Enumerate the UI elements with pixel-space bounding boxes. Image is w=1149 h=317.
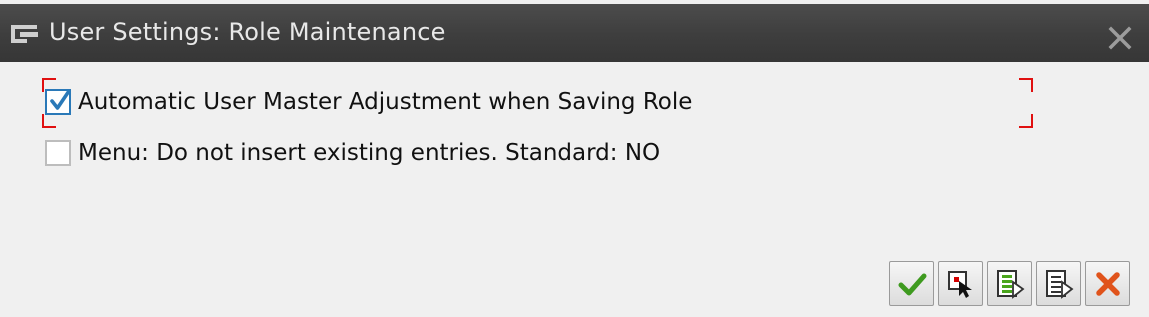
dialog-window-icon — [10, 23, 40, 45]
checkmark-icon — [50, 89, 71, 110]
cancel-icon — [1095, 271, 1120, 296]
checkmark-icon — [898, 273, 926, 295]
select-all-icon — [996, 269, 1025, 299]
option-menu-no-insert-existing[interactable]: Menu: Do not insert existing entries. St… — [45, 138, 660, 168]
menu-no-insert-label: Menu: Do not insert existing entries. St… — [78, 140, 661, 166]
select-all-button[interactable] — [987, 261, 1032, 306]
close-icon[interactable] — [1104, 22, 1136, 54]
dialog-title: User Settings: Role Maintenance — [49, 18, 446, 46]
focus-frame-top-right — [1019, 78, 1033, 92]
dialog-toolbar — [889, 261, 1130, 306]
deselect-all-button[interactable] — [1036, 261, 1081, 306]
auto-adjust-label: Automatic User Master Adjustment when Sa… — [78, 89, 693, 115]
menu-no-insert-checkbox[interactable] — [45, 140, 71, 166]
auto-adjust-checkbox[interactable] — [45, 89, 71, 115]
cancel-button[interactable] — [1085, 261, 1130, 306]
role-maintenance-dialog: User Settings: Role Maintenance Automati… — [0, 0, 1149, 317]
focus-frame-bottom-right — [1019, 114, 1033, 128]
option-auto-user-master-adjustment[interactable]: Automatic User Master Adjustment when Sa… — [45, 87, 692, 117]
choose-button[interactable] — [938, 261, 983, 306]
continue-button[interactable] — [889, 261, 934, 306]
select-pointer-icon — [947, 270, 972, 298]
title-bar[interactable]: User Settings: Role Maintenance — [0, 0, 1149, 62]
deselect-all-icon — [1045, 269, 1074, 299]
